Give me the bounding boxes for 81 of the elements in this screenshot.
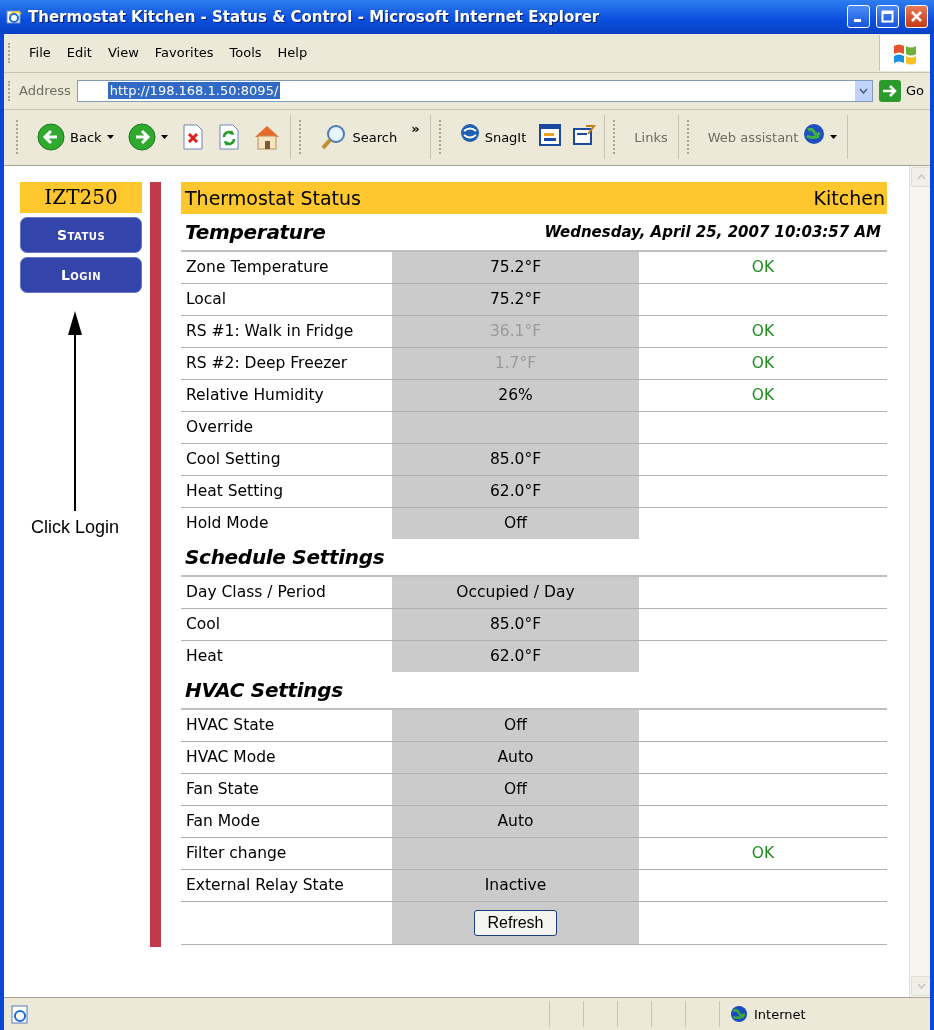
nav-button[interactable]: Login — [20, 256, 142, 293]
timestamp: Wednesday, April 25, 2007 10:03:57 AM — [544, 222, 881, 241]
value-cell: Inactive — [392, 869, 639, 901]
row-label: Day Class / Period — [185, 582, 327, 604]
security-zone: Internet — [754, 1006, 806, 1022]
row-label: HVAC Mode — [185, 747, 277, 769]
close-button[interactable] — [905, 5, 928, 29]
arrow-icon — [67, 310, 83, 511]
row-label: RS #1: Walk in Fridge — [185, 321, 355, 343]
status-text: OK — [750, 353, 776, 375]
value-cell: 62.0°F — [392, 475, 639, 507]
value-cell: Auto — [392, 741, 639, 773]
caret-icon — [160, 135, 168, 140]
menu-item[interactable]: Tools — [221, 42, 270, 64]
close-icon — [910, 10, 923, 24]
row-label: External Relay State — [185, 875, 345, 897]
status-text: OK — [750, 385, 776, 407]
value-cell: Off — [392, 507, 639, 539]
snagit-button[interactable]: SnagIt — [457, 121, 529, 154]
maximize-icon — [881, 10, 894, 24]
page-icon — [10, 1004, 30, 1025]
status-text: OK — [750, 843, 776, 865]
value-cell: 26% — [392, 379, 639, 411]
search-icon — [319, 123, 348, 152]
value-cell: 62.0°F — [392, 640, 639, 672]
search-button[interactable]: Search — [317, 121, 400, 154]
row-label: Zone Temperature — [185, 257, 330, 279]
row-label: Relative Humidity — [185, 385, 325, 407]
row-label: Cool — [185, 614, 222, 636]
maximize-button[interactable] — [876, 5, 899, 29]
row-label: Override — [185, 417, 255, 439]
device-model-label: IZT250 — [20, 181, 142, 213]
value-cell: 85.0°F — [392, 608, 639, 640]
zone-name: Kitchen — [813, 186, 885, 209]
row-label: Heat Setting — [185, 481, 285, 503]
nav-button[interactable]: Status — [20, 216, 142, 253]
section-heading: HVAC Settings — [185, 677, 343, 702]
minimize-icon — [854, 19, 861, 23]
annotation-text: Click Login — [30, 516, 119, 538]
value-cell: 85.0°F — [392, 443, 639, 475]
row-label: Fan State — [185, 779, 260, 801]
value-cell: 75.2°F — [392, 283, 639, 315]
links-button[interactable]: Links — [632, 127, 670, 147]
menu-item[interactable]: File — [21, 42, 59, 64]
value-cell: Auto — [392, 805, 639, 837]
row-label: Fan Mode — [185, 811, 261, 833]
menu-item[interactable]: Help — [269, 42, 316, 64]
menu-item[interactable]: Edit — [58, 42, 100, 64]
menu-item[interactable]: View — [99, 42, 147, 64]
row-label: Hold Mode — [185, 513, 270, 535]
status-text: OK — [750, 321, 776, 343]
row-label: Cool Setting — [185, 449, 282, 471]
value-cell: Off — [392, 773, 639, 805]
refresh-button[interactable]: Refresh — [474, 909, 557, 936]
app-icon — [6, 9, 22, 25]
row-label: HVAC State — [185, 715, 276, 737]
dropdown-icon[interactable] — [858, 87, 868, 94]
status-text: OK — [750, 257, 776, 279]
row-label: Local — [185, 289, 228, 311]
caret-icon — [106, 135, 114, 140]
caret-icon — [830, 135, 838, 140]
menu-item[interactable]: Favorites — [146, 42, 222, 64]
row-label: Heat — [185, 646, 224, 668]
globe-icon — [730, 1005, 748, 1024]
section-heading: Schedule Settings — [185, 544, 385, 569]
forward-button[interactable] — [125, 121, 170, 154]
more-button[interactable]: » — [409, 119, 422, 139]
section-heading: Temperature — [185, 219, 326, 244]
web-assistant-button[interactable]: Web assistant — [705, 121, 840, 154]
window-title: Thermostat Kitchen - Status & Control - Microsoft Internet Explorer — [28, 8, 601, 26]
url-text: http://198.168.1.50:8095/ — [107, 82, 281, 100]
value-cell: Off — [392, 709, 639, 741]
value-cell: 75.2°F — [392, 251, 639, 283]
row-label: Filter change — [185, 843, 288, 865]
minimize-button[interactable] — [847, 5, 870, 29]
back-button[interactable]: Back — [35, 121, 116, 154]
panel-title: Thermostat Status — [185, 186, 361, 209]
value-cell: Occupied / Day — [392, 576, 639, 608]
row-label: RS #2: Deep Freezer — [185, 353, 349, 375]
address-label: Address — [19, 83, 71, 99]
address-field[interactable]: http://198.168.1.50:8095/ — [76, 79, 873, 102]
